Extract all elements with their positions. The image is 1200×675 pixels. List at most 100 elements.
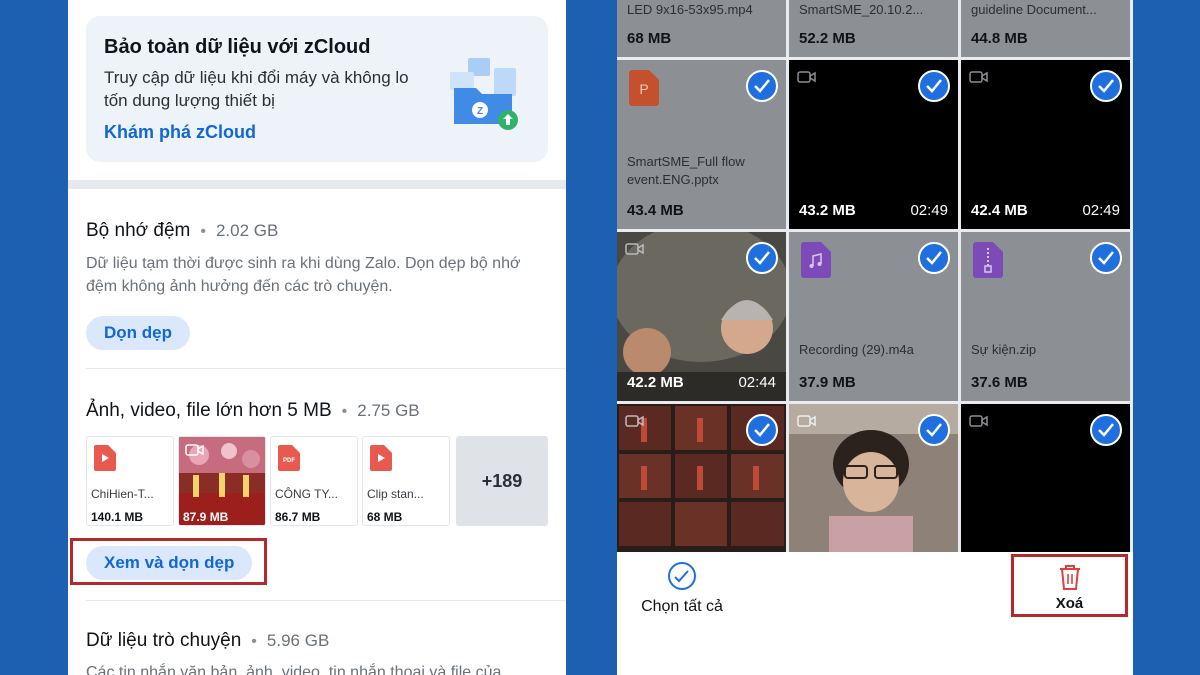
- file-size: 44.8 MB: [971, 30, 1028, 47]
- video-file-icon: [370, 445, 392, 471]
- delete-label: Xoá: [1055, 595, 1084, 612]
- divider: [86, 600, 566, 601]
- promo-title: Bảo toàn dữ liệu với zCloud: [104, 36, 371, 58]
- audio-file-icon: [801, 242, 831, 278]
- more-files-tile[interactable]: +189: [456, 436, 548, 526]
- grid-cell[interactable]: Sự kiện.zip 37.6 MB: [961, 232, 1130, 401]
- explore-zcloud-link[interactable]: Khám phá zCloud: [104, 122, 256, 143]
- file-size: 43.4 MB: [627, 202, 684, 219]
- video-camera-icon: [185, 444, 204, 456]
- file-size: 52.2 MB: [799, 30, 856, 47]
- clean-cache-button[interactable]: Dọn dẹp: [86, 316, 190, 350]
- file-name: SmartSME_Full flow event.ENG.pptx: [627, 154, 745, 187]
- grid-cell[interactable]: 42.2 MB 02:44: [617, 232, 786, 401]
- checked-icon[interactable]: [918, 414, 950, 446]
- video-duration: 02:44: [738, 374, 776, 391]
- cache-section-title: Bộ nhớ đệm • 2.02 GB: [86, 220, 278, 242]
- grid-cell[interactable]: SmartSME_20.10.2... 52.2 MB: [789, 0, 958, 57]
- check-circle-icon: [668, 562, 696, 590]
- promo-description: Truy cập dữ liệu khi đổi máy và không lo…: [104, 68, 409, 110]
- file-grid: LED 9x16-53x95.mp4 68 MB SmartSME_20.10.…: [617, 0, 1133, 552]
- video-duration: 02:49: [1082, 202, 1120, 219]
- file-size: 42.4 MB: [971, 202, 1028, 219]
- file-tile[interactable]: PDF CÔNG TY... 86.7 MB: [270, 436, 358, 526]
- video-camera-icon: [625, 243, 644, 255]
- video-duration: 02:49: [910, 202, 948, 219]
- cloud-folder-icon: Z: [450, 58, 518, 130]
- file-size: 140.1 MB: [91, 510, 144, 524]
- grid-cell[interactable]: 43.2 MB 02:49: [789, 60, 958, 229]
- video-file-icon: [94, 445, 116, 471]
- grid-cell[interactable]: guideline Document... 44.8 MB: [961, 0, 1130, 57]
- divider: [86, 368, 566, 369]
- svg-text:P: P: [639, 81, 648, 97]
- chat-data-description: Các tin nhắn văn bản, ảnh, video, tin nh…: [86, 664, 502, 675]
- cache-description: Dữ liệu tạm thời được sinh ra khi dùng Z…: [86, 255, 521, 295]
- chat-data-section-title: Dữ liệu trò chuyện • 5.96 GB: [86, 630, 329, 652]
- video-camera-icon: [797, 71, 816, 83]
- svg-text:PDF: PDF: [283, 458, 295, 464]
- separator-dot: •: [251, 633, 257, 650]
- file-size: 86.7 MB: [275, 510, 321, 524]
- file-name: SmartSME_20.10.2...: [799, 2, 924, 17]
- file-size: 43.2 MB: [799, 202, 856, 219]
- highlight-box: [70, 538, 267, 585]
- grid-cell[interactable]: P SmartSME_Full flow event.ENG.pptx 43.4…: [617, 60, 786, 229]
- photo-tile[interactable]: 87.9 MB: [178, 436, 266, 526]
- chat-data-title: Dữ liệu trò chuyện: [86, 630, 242, 651]
- large-files-preview: ChiHien-T... 140.1 MB 87.9 MB PDF CÔNG T…: [86, 436, 548, 528]
- file-tile[interactable]: Clip stan... 68 MB: [362, 436, 450, 526]
- grid-cell[interactable]: [789, 404, 958, 552]
- grid-cell[interactable]: 42.4 MB 02:49: [961, 60, 1130, 229]
- file-size: 37.6 MB: [971, 374, 1028, 391]
- grid-cell[interactable]: [617, 404, 786, 552]
- checked-icon[interactable]: [746, 242, 778, 274]
- file-name: Recording (29).m4a: [799, 342, 914, 357]
- action-bar: Chọn tất cả Xoá: [617, 552, 1133, 675]
- file-name: Clip stan...: [367, 487, 424, 501]
- file-size: 87.9 MB: [183, 510, 229, 524]
- checked-icon[interactable]: [1090, 70, 1122, 102]
- checked-icon[interactable]: [1090, 242, 1122, 274]
- checked-icon[interactable]: [918, 70, 950, 102]
- separator-dot: •: [200, 223, 206, 240]
- video-camera-icon: [969, 415, 988, 427]
- large-files-section-title: Ảnh, video, file lớn hơn 5 MB • 2.75 GB: [86, 400, 420, 422]
- file-name: guideline Document...: [971, 2, 1097, 17]
- checked-icon[interactable]: [746, 70, 778, 102]
- cache-title: Bộ nhớ đệm: [86, 220, 191, 241]
- checked-icon[interactable]: [1090, 414, 1122, 446]
- checked-icon[interactable]: [918, 242, 950, 274]
- select-all-button[interactable]: Chọn tất cả: [637, 562, 727, 616]
- checked-icon[interactable]: [746, 414, 778, 446]
- chat-data-size: 5.96 GB: [266, 631, 330, 650]
- large-files-title: Ảnh, video, file lớn hơn 5 MB: [86, 400, 332, 421]
- trash-icon: [1059, 565, 1080, 590]
- zcloud-promo-card[interactable]: Bảo toàn dữ liệu với zCloud Truy cập dữ …: [86, 16, 548, 162]
- grid-cell[interactable]: Recording (29).m4a 37.9 MB: [789, 232, 958, 401]
- file-size: 42.2 MB: [627, 374, 684, 391]
- large-files-size: 2.75 GB: [357, 401, 420, 420]
- select-all-label: Chọn tất cả: [641, 598, 723, 615]
- grid-cell[interactable]: [961, 404, 1130, 552]
- file-selection-panel: LED 9x16-53x95.mp4 68 MB SmartSME_20.10.…: [617, 0, 1133, 675]
- separator-dot: •: [341, 403, 348, 420]
- video-camera-icon: [625, 415, 644, 427]
- file-name: CÔNG TY...: [275, 487, 338, 501]
- video-camera-icon: [969, 71, 988, 83]
- file-name: ChiHien-T...: [91, 487, 154, 501]
- cache-size: 2.02 GB: [215, 221, 279, 240]
- more-count: +189: [481, 471, 523, 491]
- storage-panel: Bảo toàn dữ liệu với zCloud Truy cập dữ …: [68, 0, 566, 675]
- zip-file-icon: [973, 242, 1003, 278]
- section-divider: [68, 180, 566, 189]
- grid-cell[interactable]: LED 9x16-53x95.mp4 68 MB: [617, 0, 786, 57]
- file-size: 68 MB: [627, 30, 672, 47]
- pdf-file-icon: PDF: [278, 445, 300, 471]
- delete-button[interactable]: Xoá: [1011, 554, 1128, 617]
- pptx-file-icon: P: [629, 70, 659, 106]
- file-tile[interactable]: ChiHien-T... 140.1 MB: [86, 436, 174, 526]
- file-name: Sự kiện.zip: [971, 342, 1037, 357]
- file-size: 37.9 MB: [799, 374, 856, 391]
- svg-text:Z: Z: [477, 106, 483, 117]
